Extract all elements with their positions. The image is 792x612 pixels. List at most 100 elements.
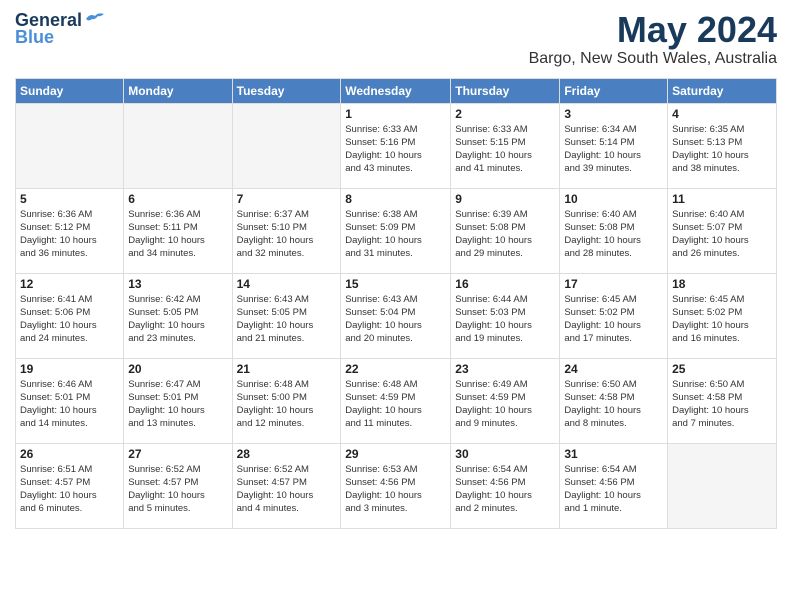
day-info: Sunrise: 6:48 AM Sunset: 5:00 PM Dayligh… [237, 378, 337, 431]
logo: General Blue [15, 10, 106, 48]
day-number: 21 [237, 362, 337, 376]
calendar-day-cell: 17 Sunrise: 6:45 AM Sunset: 5:02 PM Dayli… [560, 273, 668, 358]
calendar-day-cell: 29Sunrise: 6:53 AM Sunset: 4:56 PM Dayli… [341, 443, 451, 528]
logo-blue: Blue [15, 27, 54, 48]
weekday-header: Wednesday [341, 78, 451, 103]
day-number: 13 [128, 277, 227, 291]
day-number: 18 [672, 277, 772, 291]
day-info: Sunrise: 6:43 AM Sunset: 5:04 PM Dayligh… [345, 293, 446, 346]
day-number: 4 [672, 107, 772, 121]
calendar-day-cell: 9 Sunrise: 6:39 AM Sunset: 5:08 PM Daylig… [451, 188, 560, 273]
day-info: Sunrise: 6:54 AM Sunset: 4:56 PM Dayligh… [455, 463, 555, 516]
day-number: 22 [345, 362, 446, 376]
day-info: Sunrise: 6:45 AM Sunset: 5:02 PM Dayligh… [672, 293, 772, 346]
day-info: Sunrise: 6:33 AM Sunset: 5:16 PM Dayligh… [345, 123, 446, 176]
day-number: 26 [20, 447, 119, 461]
weekday-header: Tuesday [232, 78, 341, 103]
day-info: Sunrise: 6:52 AM Sunset: 4:57 PM Dayligh… [237, 463, 337, 516]
calendar-day-cell: 10 Sunrise: 6:40 AM Sunset: 5:08 PM Dayli… [560, 188, 668, 273]
calendar-day-cell: 23 Sunrise: 6:49 AM Sunset: 4:59 PM Dayli… [451, 358, 560, 443]
day-info: Sunrise: 6:51 AM Sunset: 4:57 PM Dayligh… [20, 463, 119, 516]
day-number: 23 [455, 362, 555, 376]
calendar-week-row: 12 Sunrise: 6:41 AM Sunset: 5:06 PM Dayli… [16, 273, 777, 358]
calendar-day-cell [668, 443, 777, 528]
header-right: May 2024 Bargo, New South Wales, Austral… [529, 10, 777, 68]
calendar-day-cell: 12 Sunrise: 6:41 AM Sunset: 5:06 PM Dayli… [16, 273, 124, 358]
day-number: 27 [128, 447, 227, 461]
day-number: 20 [128, 362, 227, 376]
calendar-day-cell: 26 Sunrise: 6:51 AM Sunset: 4:57 PM Dayli… [16, 443, 124, 528]
day-info: Sunrise: 6:45 AM Sunset: 5:02 PM Dayligh… [564, 293, 663, 346]
day-number: 15 [345, 277, 446, 291]
day-info: Sunrise: 6:50 AM Sunset: 4:58 PM Dayligh… [564, 378, 663, 431]
calendar-week-row: 1Sunrise: 6:33 AM Sunset: 5:16 PM Daylig… [16, 103, 777, 188]
calendar-day-cell: 5Sunrise: 6:36 AM Sunset: 5:12 PM Daylig… [16, 188, 124, 273]
day-info: Sunrise: 6:49 AM Sunset: 4:59 PM Dayligh… [455, 378, 555, 431]
calendar-day-cell: 21 Sunrise: 6:48 AM Sunset: 5:00 PM Dayli… [232, 358, 341, 443]
day-number: 10 [564, 192, 663, 206]
calendar-day-cell: 1Sunrise: 6:33 AM Sunset: 5:16 PM Daylig… [341, 103, 451, 188]
calendar-day-cell: 2Sunrise: 6:33 AM Sunset: 5:15 PM Daylig… [451, 103, 560, 188]
calendar-day-cell: 6Sunrise: 6:36 AM Sunset: 5:11 PM Daylig… [124, 188, 232, 273]
day-info: Sunrise: 6:44 AM Sunset: 5:03 PM Dayligh… [455, 293, 555, 346]
day-info: Sunrise: 6:37 AM Sunset: 5:10 PM Dayligh… [237, 208, 337, 261]
weekday-header: Thursday [451, 78, 560, 103]
day-number: 8 [345, 192, 446, 206]
day-info: Sunrise: 6:41 AM Sunset: 5:06 PM Dayligh… [20, 293, 119, 346]
day-number: 24 [564, 362, 663, 376]
calendar-day-cell: 14Sunrise: 6:43 AM Sunset: 5:05 PM Dayli… [232, 273, 341, 358]
month-title: May 2024 [529, 10, 777, 50]
calendar-day-cell: 22Sunrise: 6:48 AM Sunset: 4:59 PM Dayli… [341, 358, 451, 443]
day-number: 3 [564, 107, 663, 121]
day-number: 31 [564, 447, 663, 461]
day-info: Sunrise: 6:40 AM Sunset: 5:08 PM Dayligh… [564, 208, 663, 261]
calendar-day-cell: 15 Sunrise: 6:43 AM Sunset: 5:04 PM Dayli… [341, 273, 451, 358]
calendar-day-cell: 11Sunrise: 6:40 AM Sunset: 5:07 PM Dayli… [668, 188, 777, 273]
logo-bird-icon [84, 11, 106, 27]
day-info: Sunrise: 6:54 AM Sunset: 4:56 PM Dayligh… [564, 463, 663, 516]
weekday-header: Sunday [16, 78, 124, 103]
day-number: 17 [564, 277, 663, 291]
day-info: Sunrise: 6:35 AM Sunset: 5:13 PM Dayligh… [672, 123, 772, 176]
calendar-day-cell: 18 Sunrise: 6:45 AM Sunset: 5:02 PM Dayli… [668, 273, 777, 358]
weekday-header: Monday [124, 78, 232, 103]
calendar-day-cell: 13 Sunrise: 6:42 AM Sunset: 5:05 PM Dayli… [124, 273, 232, 358]
calendar-day-cell: 16 Sunrise: 6:44 AM Sunset: 5:03 PM Dayli… [451, 273, 560, 358]
day-number: 28 [237, 447, 337, 461]
calendar-day-cell [232, 103, 341, 188]
day-number: 11 [672, 192, 772, 206]
location: Bargo, New South Wales, Australia [529, 50, 777, 68]
calendar-day-cell: 25 Sunrise: 6:50 AM Sunset: 4:58 PM Dayli… [668, 358, 777, 443]
day-number: 25 [672, 362, 772, 376]
day-number: 9 [455, 192, 555, 206]
calendar-day-cell: 20Sunrise: 6:47 AM Sunset: 5:01 PM Dayli… [124, 358, 232, 443]
calendar-week-row: 26 Sunrise: 6:51 AM Sunset: 4:57 PM Dayli… [16, 443, 777, 528]
day-info: Sunrise: 6:46 AM Sunset: 5:01 PM Dayligh… [20, 378, 119, 431]
calendar-day-cell: 28 Sunrise: 6:52 AM Sunset: 4:57 PM Dayli… [232, 443, 341, 528]
day-number: 19 [20, 362, 119, 376]
calendar-day-cell: 27Sunrise: 6:52 AM Sunset: 4:57 PM Dayli… [124, 443, 232, 528]
calendar-day-cell: 3 Sunrise: 6:34 AM Sunset: 5:14 PM Daylig… [560, 103, 668, 188]
calendar-week-row: 19 Sunrise: 6:46 AM Sunset: 5:01 PM Dayli… [16, 358, 777, 443]
day-number: 14 [237, 277, 337, 291]
weekday-header: Saturday [668, 78, 777, 103]
day-number: 16 [455, 277, 555, 291]
day-number: 12 [20, 277, 119, 291]
day-number: 7 [237, 192, 337, 206]
calendar-day-cell: 7 Sunrise: 6:37 AM Sunset: 5:10 PM Daylig… [232, 188, 341, 273]
day-info: Sunrise: 6:50 AM Sunset: 4:58 PM Dayligh… [672, 378, 772, 431]
weekday-header-row: SundayMondayTuesdayWednesdayThursdayFrid… [16, 78, 777, 103]
calendar-day-cell [124, 103, 232, 188]
calendar-day-cell [16, 103, 124, 188]
calendar-day-cell: 4 Sunrise: 6:35 AM Sunset: 5:13 PM Daylig… [668, 103, 777, 188]
day-info: Sunrise: 6:42 AM Sunset: 5:05 PM Dayligh… [128, 293, 227, 346]
day-info: Sunrise: 6:39 AM Sunset: 5:08 PM Dayligh… [455, 208, 555, 261]
weekday-header: Friday [560, 78, 668, 103]
calendar-day-cell: 8Sunrise: 6:38 AM Sunset: 5:09 PM Daylig… [341, 188, 451, 273]
calendar-day-cell: 30Sunrise: 6:54 AM Sunset: 4:56 PM Dayli… [451, 443, 560, 528]
day-info: Sunrise: 6:33 AM Sunset: 5:15 PM Dayligh… [455, 123, 555, 176]
calendar-day-cell: 31 Sunrise: 6:54 AM Sunset: 4:56 PM Dayli… [560, 443, 668, 528]
day-number: 6 [128, 192, 227, 206]
day-info: Sunrise: 6:34 AM Sunset: 5:14 PM Dayligh… [564, 123, 663, 176]
day-number: 5 [20, 192, 119, 206]
